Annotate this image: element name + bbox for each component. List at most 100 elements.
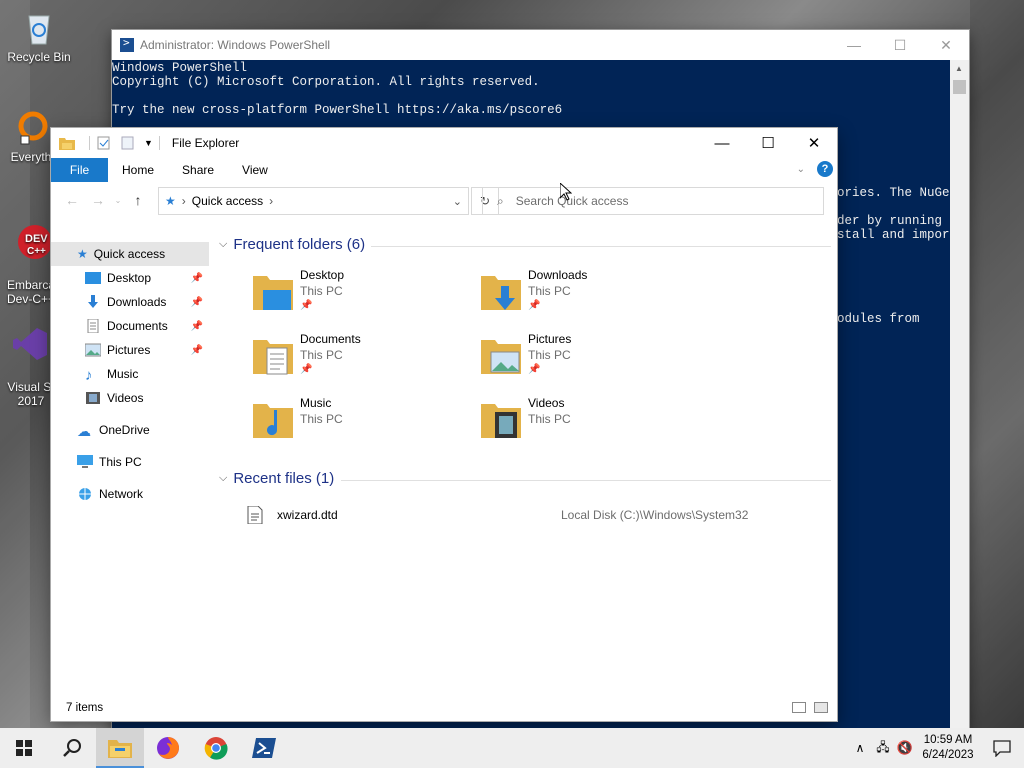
search-icon: ⌕: [497, 193, 504, 208]
folder-tile-videos[interactable]: Videos This PC: [481, 396, 701, 452]
devcpp-icon: DEV C++: [18, 225, 51, 259]
music-folder-icon: [253, 404, 293, 438]
taskbar-file-explorer[interactable]: [96, 728, 144, 768]
console-line: stall and import: [837, 228, 958, 242]
expand-ribbon-icon[interactable]: ⌄: [797, 164, 805, 175]
desktop-folder-icon: [253, 276, 293, 310]
powershell-titlebar[interactable]: Administrator: Windows PowerShell — ☐ ✕: [112, 30, 969, 60]
minimize-button[interactable]: —: [831, 30, 877, 60]
folder-tile-downloads[interactable]: Downloads This PC 📌: [481, 268, 701, 324]
up-arrow-icon[interactable]: ↑: [125, 192, 151, 208]
maximize-button[interactable]: ☐: [877, 30, 923, 60]
svg-text:C++: C++: [27, 246, 46, 257]
powershell-icon: [120, 36, 134, 52]
desktop-icon-recycle-bin[interactable]: Recycle Bin: [3, 8, 75, 64]
scrollbar-thumb[interactable]: [953, 80, 966, 94]
close-button[interactable]: ✕: [791, 128, 837, 158]
clock-time: 10:59 AM: [923, 734, 973, 746]
sidebar-item-music[interactable]: ♪ Music: [51, 362, 209, 386]
sidebar-item-this-pc[interactable]: This PC: [51, 450, 209, 474]
ribbon-tab-view[interactable]: View: [228, 163, 282, 177]
network-icon: [79, 488, 91, 500]
properties-icon[interactable]: [96, 136, 112, 150]
pin-icon: 📌: [528, 364, 541, 375]
sidebar-item-documents[interactable]: Documents 📌: [51, 314, 209, 338]
recent-locations-icon[interactable]: ⌄: [111, 196, 125, 205]
sidebar-item-network[interactable]: Network: [51, 482, 209, 506]
sidebar-item-videos[interactable]: Videos: [51, 386, 209, 410]
sidebar-item-quick-access[interactable]: ★ Quick access: [51, 242, 209, 266]
address-bar[interactable]: ★ › Quick access › ⌄ ↻: [158, 187, 499, 215]
powershell-scrollbar[interactable]: ▲: [950, 60, 969, 730]
file-explorer-window[interactable]: ▼ File Explorer — ☐ ✕ File Home Share Vi…: [51, 128, 837, 721]
forward-arrow-icon[interactable]: →: [85, 192, 111, 208]
explorer-title: File Explorer: [171, 136, 240, 150]
frequent-folders-header[interactable]: ⌵ Frequent folders (6): [219, 236, 365, 253]
recent-file-path: Local Disk (C:)\Windows\System32: [561, 508, 749, 522]
folder-icon: [59, 138, 75, 150]
back-arrow-icon[interactable]: ←: [59, 192, 85, 208]
folder-tile-pictures[interactable]: Pictures This PC 📌: [481, 332, 701, 388]
sidebar-item-downloads[interactable]: Downloads 📌: [51, 290, 209, 314]
recent-files-header[interactable]: ⌵ Recent files (1): [219, 470, 334, 487]
new-folder-icon[interactable]: [120, 136, 136, 150]
taskbar: ∧ 🖧 🔇 10:59 AM 6/24/2023: [0, 728, 1024, 768]
windows-logo-icon: [16, 740, 32, 756]
sidebar-item-desktop[interactable]: Desktop 📌: [51, 266, 209, 290]
folder-tile-documents[interactable]: Documents This PC 📌: [253, 332, 473, 388]
maximize-button[interactable]: ☐: [745, 128, 791, 158]
desktop-icon: [85, 272, 101, 284]
pin-icon[interactable]: 📌: [191, 273, 203, 284]
explorer-titlebar[interactable]: ▼ File Explorer — ☐ ✕: [51, 128, 837, 158]
pictures-icon: [85, 343, 101, 357]
search-input[interactable]: Search Quick access: [516, 194, 629, 208]
chevron-down-icon: ⌵: [219, 238, 228, 250]
ribbon-tab-home[interactable]: Home: [108, 163, 168, 177]
navigation-bar: ← → ⌄ ↑ ★ › Quick access › ⌄ ↻ ⌕ Search …: [51, 182, 837, 218]
network-status-icon[interactable]: 🖧: [872, 738, 894, 759]
scroll-up-icon[interactable]: ▲: [955, 64, 963, 73]
details-view-icon[interactable]: [792, 702, 806, 713]
pin-icon[interactable]: 📌: [191, 345, 203, 356]
downloads-folder-icon: [481, 276, 521, 310]
navigation-pane: ★ Quick access Desktop 📌 Downloads 📌 Doc…: [51, 242, 209, 682]
taskbar-powershell[interactable]: [240, 728, 288, 768]
cloud-icon: ☁: [77, 423, 91, 439]
breadcrumb-separator[interactable]: ›: [269, 194, 273, 208]
recycle-bin-icon: [28, 15, 50, 45]
pin-icon[interactable]: 📌: [191, 321, 203, 332]
firefox-icon: [157, 737, 179, 759]
minimize-button[interactable]: —: [699, 128, 745, 158]
address-dropdown-icon[interactable]: ⌄: [453, 195, 462, 208]
breadcrumb-separator: ›: [181, 194, 186, 208]
folder-tile-desktop[interactable]: Desktop This PC 📌: [253, 268, 473, 324]
pin-icon: 📌: [300, 300, 313, 311]
pin-icon[interactable]: 📌: [191, 297, 203, 308]
powershell-icon: [252, 738, 276, 758]
start-button[interactable]: [0, 728, 48, 768]
volume-muted-icon[interactable]: 🔇: [894, 740, 916, 756]
taskbar-chrome[interactable]: [192, 728, 240, 768]
search-box[interactable]: ⌕ Search Quick access: [482, 187, 824, 215]
documents-folder-icon: [253, 340, 293, 375]
sidebar-item-pictures[interactable]: Pictures 📌: [51, 338, 209, 362]
ribbon-tab-file[interactable]: File: [51, 158, 108, 182]
breadcrumb-quick-access[interactable]: Quick access: [192, 194, 263, 208]
visual-studio-icon: [13, 328, 47, 360]
ribbon-tab-share[interactable]: Share: [168, 163, 228, 177]
search-button[interactable]: [48, 728, 96, 768]
taskbar-firefox[interactable]: [144, 728, 192, 768]
help-icon[interactable]: ?: [817, 161, 833, 177]
clock[interactable]: 10:59 AM 6/24/2023: [916, 733, 980, 763]
sidebar-item-onedrive[interactable]: ☁ OneDrive: [51, 418, 209, 442]
notifications-icon[interactable]: [980, 739, 1024, 757]
large-icons-view-icon[interactable]: [814, 702, 828, 713]
chrome-icon: [204, 737, 228, 760]
recent-file-row[interactable]: xwizard.dtd Local Disk (C:)\Windows\Syst…: [247, 504, 807, 526]
close-button[interactable]: ✕: [923, 30, 969, 60]
chevron-up-icon[interactable]: ∧: [848, 741, 872, 755]
videos-icon: [86, 392, 100, 404]
customize-toolbar-icon[interactable]: ▼: [144, 138, 153, 148]
computer-icon: [77, 455, 93, 468]
folder-tile-music[interactable]: Music This PC: [253, 396, 473, 452]
